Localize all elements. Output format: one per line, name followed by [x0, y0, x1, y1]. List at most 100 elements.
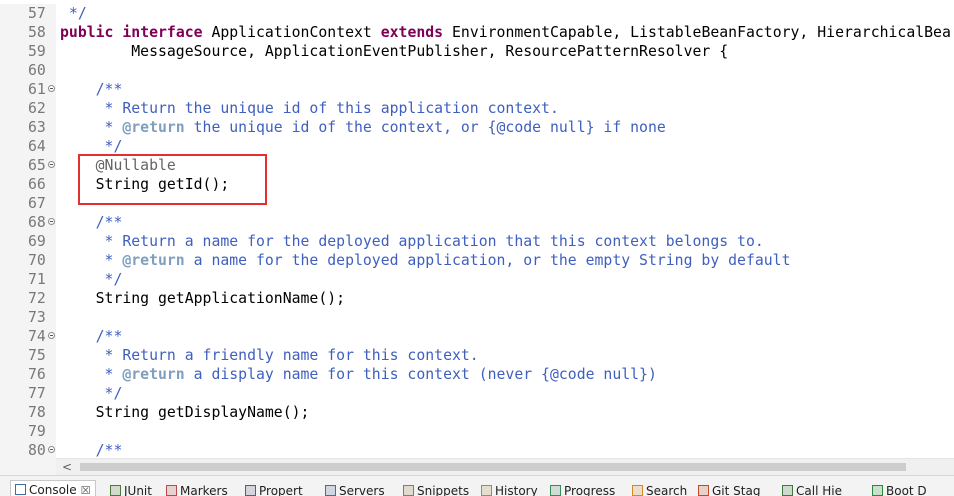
line-gutter: 80 [0, 441, 56, 458]
line-number: 79 [28, 423, 46, 440]
code-line[interactable]: 69 * Return a name for the deployed appl… [0, 232, 954, 251]
line-gutter: 63 [0, 118, 56, 137]
line-gutter: 69 [0, 232, 56, 251]
fold-collapse-icon[interactable] [48, 446, 55, 453]
fold-collapse-icon[interactable] [48, 85, 55, 92]
scrollbar-thumb[interactable] [80, 463, 906, 471]
code-token: /** [60, 328, 123, 345]
line-gutter: 64 [0, 137, 56, 156]
line-gutter: 75 [0, 346, 56, 365]
line-gutter: 58 [0, 23, 56, 42]
tab-git-stag[interactable]: Git Stag [698, 482, 760, 496]
code-line[interactable]: 72 String getApplicationName(); [0, 289, 954, 308]
tab-markers[interactable]: Markers [166, 482, 228, 496]
code-line[interactable]: 78 String getDisplayName(); [0, 403, 954, 422]
fold-collapse-icon[interactable] [48, 332, 55, 339]
close-icon[interactable]: ☒ [81, 484, 91, 496]
scroll-left-arrow-icon[interactable]: < [60, 459, 74, 475]
code-text: */ [60, 4, 87, 23]
code-line[interactable]: 75 * Return a friendly name for this con… [0, 346, 954, 365]
fold-collapse-icon[interactable] [48, 218, 55, 225]
code-token: */ [60, 271, 123, 288]
code-text: String getDisplayName(); [60, 403, 310, 422]
code-line[interactable]: 59 MessageSource, ApplicationEventPublis… [0, 42, 954, 61]
code-text: * Return the unique id of this applicati… [60, 99, 559, 118]
code-line[interactable]: 57 */ [0, 4, 954, 23]
line-gutter: 79 [0, 422, 56, 441]
tab-label: Markers [180, 484, 228, 496]
bottom-panel-tab-bar: Console ☒ JUnit Markers Propert Servers Snippe… [0, 475, 954, 496]
code-token: the unique id of the context, or {@code … [184, 119, 666, 136]
tab-console[interactable]: Console ☒ [10, 480, 96, 496]
code-token: * [60, 252, 123, 269]
code-token: /** [60, 214, 123, 231]
tab-history[interactable]: History [481, 482, 538, 496]
line-number: 68 [28, 214, 46, 231]
tab-snippets[interactable]: Snippets [403, 482, 469, 496]
code-line[interactable]: 63 * @return the unique id of the contex… [0, 118, 954, 137]
tab-boot-d[interactable]: Boot D [872, 482, 927, 496]
line-number: 57 [28, 5, 46, 22]
fold-collapse-icon[interactable] [48, 161, 55, 168]
code-line[interactable]: 77 */ [0, 384, 954, 403]
tab-propert[interactable]: Propert [245, 482, 303, 496]
code-token: */ [60, 138, 123, 155]
code-editor[interactable]: 57 */58 public interface ApplicationConte… [0, 0, 954, 458]
line-gutter: 70 [0, 251, 56, 270]
line-gutter: 74 [0, 327, 56, 346]
line-number: 70 [28, 252, 46, 269]
code-line[interactable]: 58 public interface ApplicationContext ex… [0, 23, 954, 42]
code-line[interactable]: 80 /** [0, 441, 954, 458]
line-number: 76 [28, 366, 46, 383]
line-gutter: 62 [0, 99, 56, 118]
code-text: * Return a friendly name for this contex… [60, 346, 479, 365]
line-number: 61 [28, 81, 46, 98]
code-line[interactable]: 73 [0, 308, 954, 327]
code-line[interactable]: 71 */ [0, 270, 954, 289]
code-text: */ [60, 270, 123, 289]
code-line[interactable]: 68 /** [0, 213, 954, 232]
code-token: MessageSource, ApplicationEventPublisher… [60, 43, 729, 60]
code-token: * [60, 366, 123, 383]
code-line[interactable]: 61 /** [0, 80, 954, 99]
line-gutter: 73 [0, 308, 56, 327]
code-text: MessageSource, ApplicationEventPublisher… [60, 42, 728, 61]
line-number: 65 [28, 157, 46, 174]
code-text: String getApplicationName(); [60, 289, 345, 308]
progress-icon [550, 485, 561, 496]
git-staging-icon [698, 485, 709, 496]
tab-search[interactable]: Search [632, 482, 687, 496]
tab-servers[interactable]: Servers [325, 482, 385, 496]
tab-label: Git Stag [712, 484, 761, 496]
tab-call-hie[interactable]: Call Hie [782, 482, 842, 496]
line-number: 59 [28, 43, 46, 60]
tab-label: JUnit [124, 484, 152, 496]
code-token: /** [60, 442, 123, 458]
tab-label: Search [646, 484, 688, 496]
line-gutter: 68 [0, 213, 56, 232]
highlight-box [78, 154, 267, 205]
tab-junit[interactable]: JUnit [110, 482, 152, 496]
code-line[interactable]: 70 * @return a name for the deployed app… [0, 251, 954, 270]
tab-label: Servers [339, 484, 385, 496]
line-number: 74 [28, 328, 46, 345]
line-gutter: 65 [0, 156, 56, 175]
code-token: a name for the deployed application, or … [184, 252, 791, 269]
line-gutter: 61 [0, 80, 56, 99]
line-gutter: 67 [0, 194, 56, 213]
code-token: String getDisplayName(); [60, 404, 310, 421]
horizontal-scrollbar[interactable]: < [56, 458, 954, 475]
code-token: */ [60, 5, 87, 22]
code-line[interactable]: 74 /** [0, 327, 954, 346]
code-token: interface [122, 24, 203, 41]
code-line[interactable]: 79 [0, 422, 954, 441]
tab-progress[interactable]: Progress [550, 482, 615, 496]
code-line[interactable]: 76 * @return a display name for this con… [0, 365, 954, 384]
code-line[interactable]: 60 [0, 61, 954, 80]
code-line[interactable]: 62 * Return the unique id of this applic… [0, 99, 954, 118]
line-gutter: 72 [0, 289, 56, 308]
servers-icon [325, 485, 336, 496]
markers-icon [166, 485, 177, 496]
code-text: * @return a name for the deployed applic… [60, 251, 791, 270]
junit-icon [110, 485, 121, 496]
